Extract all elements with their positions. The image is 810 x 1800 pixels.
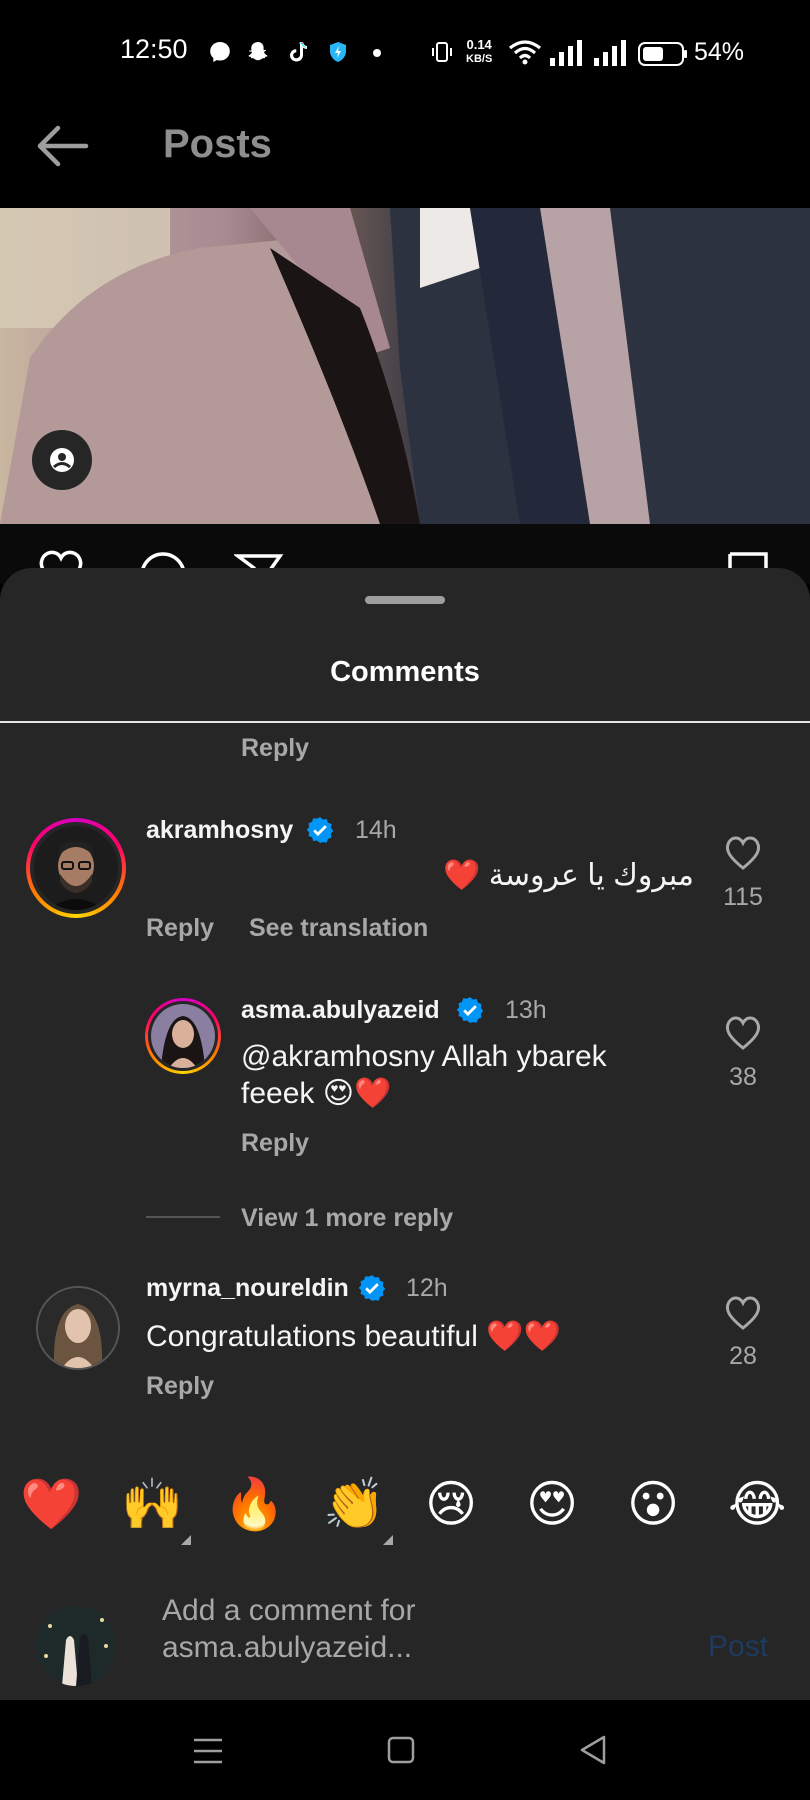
comment-time: 12h bbox=[406, 1274, 448, 1302]
like-count: 38 bbox=[729, 1063, 757, 1091]
comment-text: Congratulations beautiful ❤️❤️ bbox=[146, 1320, 561, 1353]
menu-icon[interactable] bbox=[192, 1736, 224, 1766]
comment-time: 13h bbox=[505, 996, 547, 1024]
snapchat-icon bbox=[248, 42, 268, 61]
reaction-fire[interactable]: 🔥 bbox=[223, 1474, 285, 1534]
post-photo bbox=[0, 208, 810, 524]
verified-badge-icon bbox=[456, 997, 484, 1023]
own-avatar bbox=[36, 1606, 116, 1686]
header-bar bbox=[0, 100, 810, 210]
tiktok-icon bbox=[290, 42, 307, 62]
page-title: Posts bbox=[163, 122, 272, 166]
comment-text-line-1: @akramhosny Allah ybarek bbox=[241, 1040, 607, 1073]
reaction-raised-hands[interactable]: 🙌 bbox=[121, 1474, 183, 1534]
like-heart-icon[interactable] bbox=[724, 836, 762, 870]
reaction-crying[interactable]: 😢 bbox=[425, 1474, 477, 1534]
network-speed: 0.14 KB/S bbox=[466, 37, 493, 66]
battery-percentage: 54% bbox=[694, 38, 745, 66]
messenger-icon bbox=[210, 42, 230, 62]
comment-text: مبروك يا عروسة ❤️ bbox=[443, 859, 694, 892]
post-button[interactable]: Post bbox=[708, 1630, 768, 1664]
story-ring[interactable] bbox=[145, 998, 221, 1074]
skin-tone-indicator-icon bbox=[181, 1535, 191, 1545]
tagged-users-button[interactable] bbox=[32, 430, 92, 490]
avatar bbox=[151, 1004, 215, 1068]
comment-text-line-2: feeek 😍❤️ bbox=[241, 1077, 392, 1110]
thread-line bbox=[146, 1216, 220, 1218]
verified-badge-icon bbox=[358, 1275, 386, 1301]
sheet-divider bbox=[0, 721, 810, 723]
notification-dot-icon bbox=[373, 49, 381, 57]
sheet-title: Comments bbox=[330, 656, 480, 688]
story-ring[interactable] bbox=[26, 818, 126, 918]
see-translation-button[interactable]: See translation bbox=[249, 914, 428, 943]
skin-tone-indicator-icon bbox=[383, 1535, 393, 1545]
status-time: 12:50 bbox=[120, 34, 188, 64]
vpn-shield-icon bbox=[330, 42, 346, 62]
reaction-laughing[interactable]: 😂 bbox=[728, 1474, 786, 1534]
drag-handle[interactable] bbox=[365, 596, 445, 604]
reaction-heart[interactable]: ❤️ bbox=[20, 1474, 82, 1534]
vibrate-icon bbox=[432, 42, 452, 62]
reply-button[interactable]: Reply bbox=[241, 734, 309, 763]
signal-icon-1 bbox=[550, 40, 582, 66]
battery-icon bbox=[638, 42, 687, 66]
reply-button[interactable]: Reply bbox=[146, 914, 214, 943]
verified-badge-icon bbox=[306, 817, 334, 843]
arrow-left-icon[interactable] bbox=[34, 124, 90, 168]
comment-username[interactable]: myrna_noureldin bbox=[146, 1274, 349, 1303]
comment-username[interactable]: asma.abulyazeid bbox=[241, 996, 440, 1025]
like-heart-icon[interactable] bbox=[724, 1296, 762, 1330]
view-more-replies-button[interactable]: View 1 more reply bbox=[241, 1204, 453, 1233]
avatar bbox=[34, 826, 118, 910]
user-tag-icon bbox=[50, 448, 74, 472]
reaction-surprised[interactable]: 😮 bbox=[627, 1474, 679, 1534]
home-icon[interactable] bbox=[386, 1735, 416, 1765]
signal-icon-2 bbox=[594, 40, 626, 66]
comment-time: 14h bbox=[355, 816, 397, 844]
comment-input[interactable]: Add a comment for asma.abulyazeid... bbox=[162, 1592, 662, 1666]
back-triangle-icon[interactable] bbox=[578, 1734, 608, 1766]
like-heart-icon[interactable] bbox=[724, 1016, 762, 1050]
reaction-clapping[interactable]: 👏 bbox=[323, 1474, 385, 1534]
like-count: 115 bbox=[723, 883, 763, 911]
reply-button[interactable]: Reply bbox=[146, 1372, 214, 1401]
wifi-icon bbox=[509, 40, 541, 65]
reply-button[interactable]: Reply bbox=[241, 1129, 309, 1158]
avatar[interactable] bbox=[36, 1286, 120, 1370]
post-image[interactable] bbox=[0, 208, 810, 524]
reaction-heart-eyes[interactable]: 😍 bbox=[526, 1474, 578, 1534]
comment-username[interactable]: akramhosny bbox=[146, 816, 293, 845]
like-count: 28 bbox=[729, 1342, 757, 1370]
